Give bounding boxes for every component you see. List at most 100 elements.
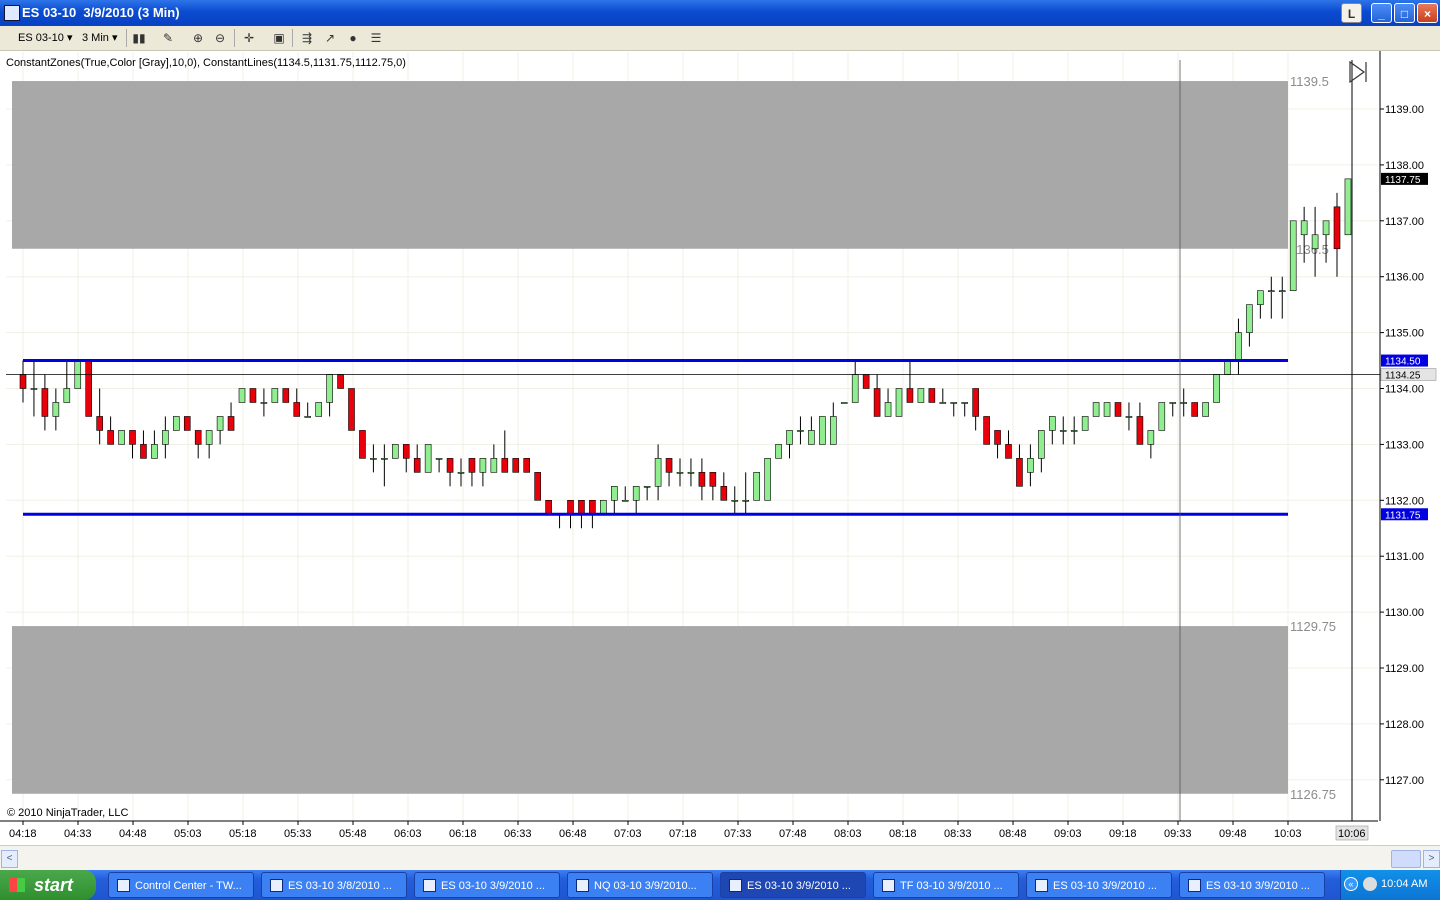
candle-body[interactable] bbox=[873, 388, 881, 417]
scroll-left-button[interactable]: < bbox=[1, 850, 18, 868]
candle-body[interactable] bbox=[1257, 290, 1264, 305]
price-chart[interactable]: 1139.51136.51129.751126.751134.501131.75… bbox=[0, 51, 1440, 845]
candle-body[interactable] bbox=[895, 388, 903, 417]
candle-body[interactable] bbox=[1289, 220, 1297, 291]
candle-body[interactable] bbox=[304, 416, 312, 418]
taskbar-item[interactable]: ES 03-10 3/9/2010 ... bbox=[720, 872, 866, 898]
candle-body[interactable] bbox=[402, 444, 410, 459]
candle-body[interactable] bbox=[1136, 416, 1144, 445]
candle-body[interactable] bbox=[906, 388, 914, 403]
candle-body[interactable] bbox=[786, 430, 793, 445]
candle-body[interactable] bbox=[1147, 430, 1155, 445]
candle-body[interactable] bbox=[205, 430, 213, 445]
candle-body[interactable] bbox=[545, 499, 552, 515]
candle-body[interactable] bbox=[961, 402, 969, 404]
candle-body[interactable] bbox=[359, 430, 366, 459]
candle-body[interactable] bbox=[194, 430, 202, 445]
candle-body[interactable] bbox=[282, 388, 290, 403]
candle-body[interactable] bbox=[731, 499, 739, 502]
candle-body[interactable] bbox=[107, 430, 114, 445]
candle-body[interactable] bbox=[1278, 290, 1286, 292]
candle-body[interactable] bbox=[1311, 234, 1319, 250]
candle-body[interactable] bbox=[63, 388, 71, 403]
candle-body[interactable] bbox=[1213, 374, 1220, 403]
candle-body[interactable] bbox=[643, 486, 651, 488]
candle-body[interactable] bbox=[1235, 332, 1242, 361]
candle-body[interactable] bbox=[370, 458, 377, 460]
link-button[interactable]: L bbox=[1341, 3, 1362, 23]
candle-body[interactable] bbox=[1158, 402, 1166, 431]
candle-body[interactable] bbox=[1081, 416, 1089, 431]
candle-body[interactable] bbox=[501, 458, 509, 473]
scroll-right-button[interactable]: > bbox=[1423, 850, 1440, 868]
candle-body[interactable] bbox=[1268, 290, 1275, 292]
candle-body[interactable] bbox=[939, 402, 947, 404]
candle-body[interactable] bbox=[797, 430, 804, 432]
candle-body[interactable] bbox=[972, 388, 979, 417]
circle-icon[interactable]: ● bbox=[345, 30, 361, 46]
candle-body[interactable] bbox=[610, 486, 618, 501]
horizontal-scrollbar[interactable]: < > bbox=[0, 845, 1440, 870]
candle-body[interactable] bbox=[1016, 458, 1023, 487]
candle-body[interactable] bbox=[96, 416, 103, 431]
candle-body[interactable] bbox=[1070, 430, 1078, 432]
candle-body[interactable] bbox=[829, 416, 837, 445]
taskbar-item[interactable]: ES 03-10 3/9/2010 ... bbox=[1179, 872, 1325, 898]
candle-body[interactable] bbox=[1202, 402, 1209, 417]
network-icon[interactable] bbox=[1363, 877, 1377, 891]
candle-body[interactable] bbox=[1322, 220, 1330, 236]
taskbar-item[interactable]: ES 03-10 3/9/2010 ... bbox=[414, 872, 560, 898]
candle-body[interactable] bbox=[632, 486, 640, 501]
candle-body[interactable] bbox=[41, 388, 49, 417]
candle-body[interactable] bbox=[1092, 402, 1100, 417]
candle-body[interactable] bbox=[19, 374, 27, 389]
candle-body[interactable] bbox=[293, 402, 301, 417]
candle-body[interactable] bbox=[512, 458, 520, 473]
candle-body[interactable] bbox=[326, 374, 333, 403]
candle-body[interactable] bbox=[720, 486, 728, 501]
candle-body[interactable] bbox=[851, 374, 859, 403]
candle-body[interactable] bbox=[1049, 416, 1056, 431]
candle-body[interactable] bbox=[1180, 402, 1187, 404]
chart-panel[interactable]: 1139.5 1136.5 1129.75 1126.75 1134.50 1131.75… bbox=[0, 51, 1440, 845]
indicator-icon[interactable]: ↗ bbox=[322, 30, 338, 46]
instrument-selector[interactable]: ES 03-10 ▾ bbox=[18, 30, 72, 46]
zoom-out-icon[interactable]: ⊖ bbox=[212, 30, 228, 46]
candle-body[interactable] bbox=[1038, 430, 1045, 459]
close-button[interactable]: × bbox=[1417, 3, 1438, 23]
candle-body[interactable] bbox=[249, 388, 257, 403]
candle-body[interactable] bbox=[315, 402, 322, 417]
candle-body[interactable] bbox=[468, 458, 476, 473]
candle-body[interactable] bbox=[435, 458, 443, 460]
minimize-button[interactable]: _ bbox=[1371, 3, 1392, 23]
properties-icon[interactable]: ▣ bbox=[271, 30, 287, 46]
candle-body[interactable] bbox=[348, 388, 355, 431]
interval-selector[interactable]: 3 Min ▾ bbox=[82, 30, 118, 46]
candle-body[interactable] bbox=[1114, 402, 1122, 417]
candle-body[interactable] bbox=[983, 416, 990, 445]
candle-body[interactable] bbox=[994, 430, 1001, 445]
candle-body[interactable] bbox=[381, 458, 388, 460]
candle-body[interactable] bbox=[1103, 402, 1111, 417]
candle-body[interactable] bbox=[140, 444, 147, 459]
candle-body[interactable] bbox=[151, 444, 158, 459]
candle-body[interactable] bbox=[600, 499, 607, 515]
candle-body[interactable] bbox=[862, 374, 870, 389]
candle-body[interactable] bbox=[567, 499, 574, 515]
candle-body[interactable] bbox=[424, 444, 432, 473]
candle-body[interactable] bbox=[129, 430, 136, 445]
taskbar-item[interactable]: TF 03-10 3/9/2010 ... bbox=[873, 872, 1019, 898]
candle-body[interactable] bbox=[928, 388, 936, 403]
candle-body[interactable] bbox=[534, 472, 541, 501]
candle-body[interactable] bbox=[884, 402, 892, 417]
candle-body[interactable] bbox=[1125, 416, 1133, 418]
crosshair-icon[interactable]: ✛ bbox=[241, 30, 257, 46]
candle-body[interactable] bbox=[1246, 304, 1253, 333]
data-box-icon[interactable]: ☰ bbox=[368, 30, 384, 46]
taskbar-item[interactable]: ES 03-10 3/9/2010 ... bbox=[1026, 872, 1172, 898]
scroll-thumb[interactable] bbox=[1391, 850, 1421, 868]
candle-body[interactable] bbox=[413, 458, 421, 473]
candle-body[interactable] bbox=[446, 458, 454, 473]
candle-body[interactable] bbox=[1169, 402, 1177, 404]
candle-body[interactable] bbox=[1344, 178, 1352, 236]
